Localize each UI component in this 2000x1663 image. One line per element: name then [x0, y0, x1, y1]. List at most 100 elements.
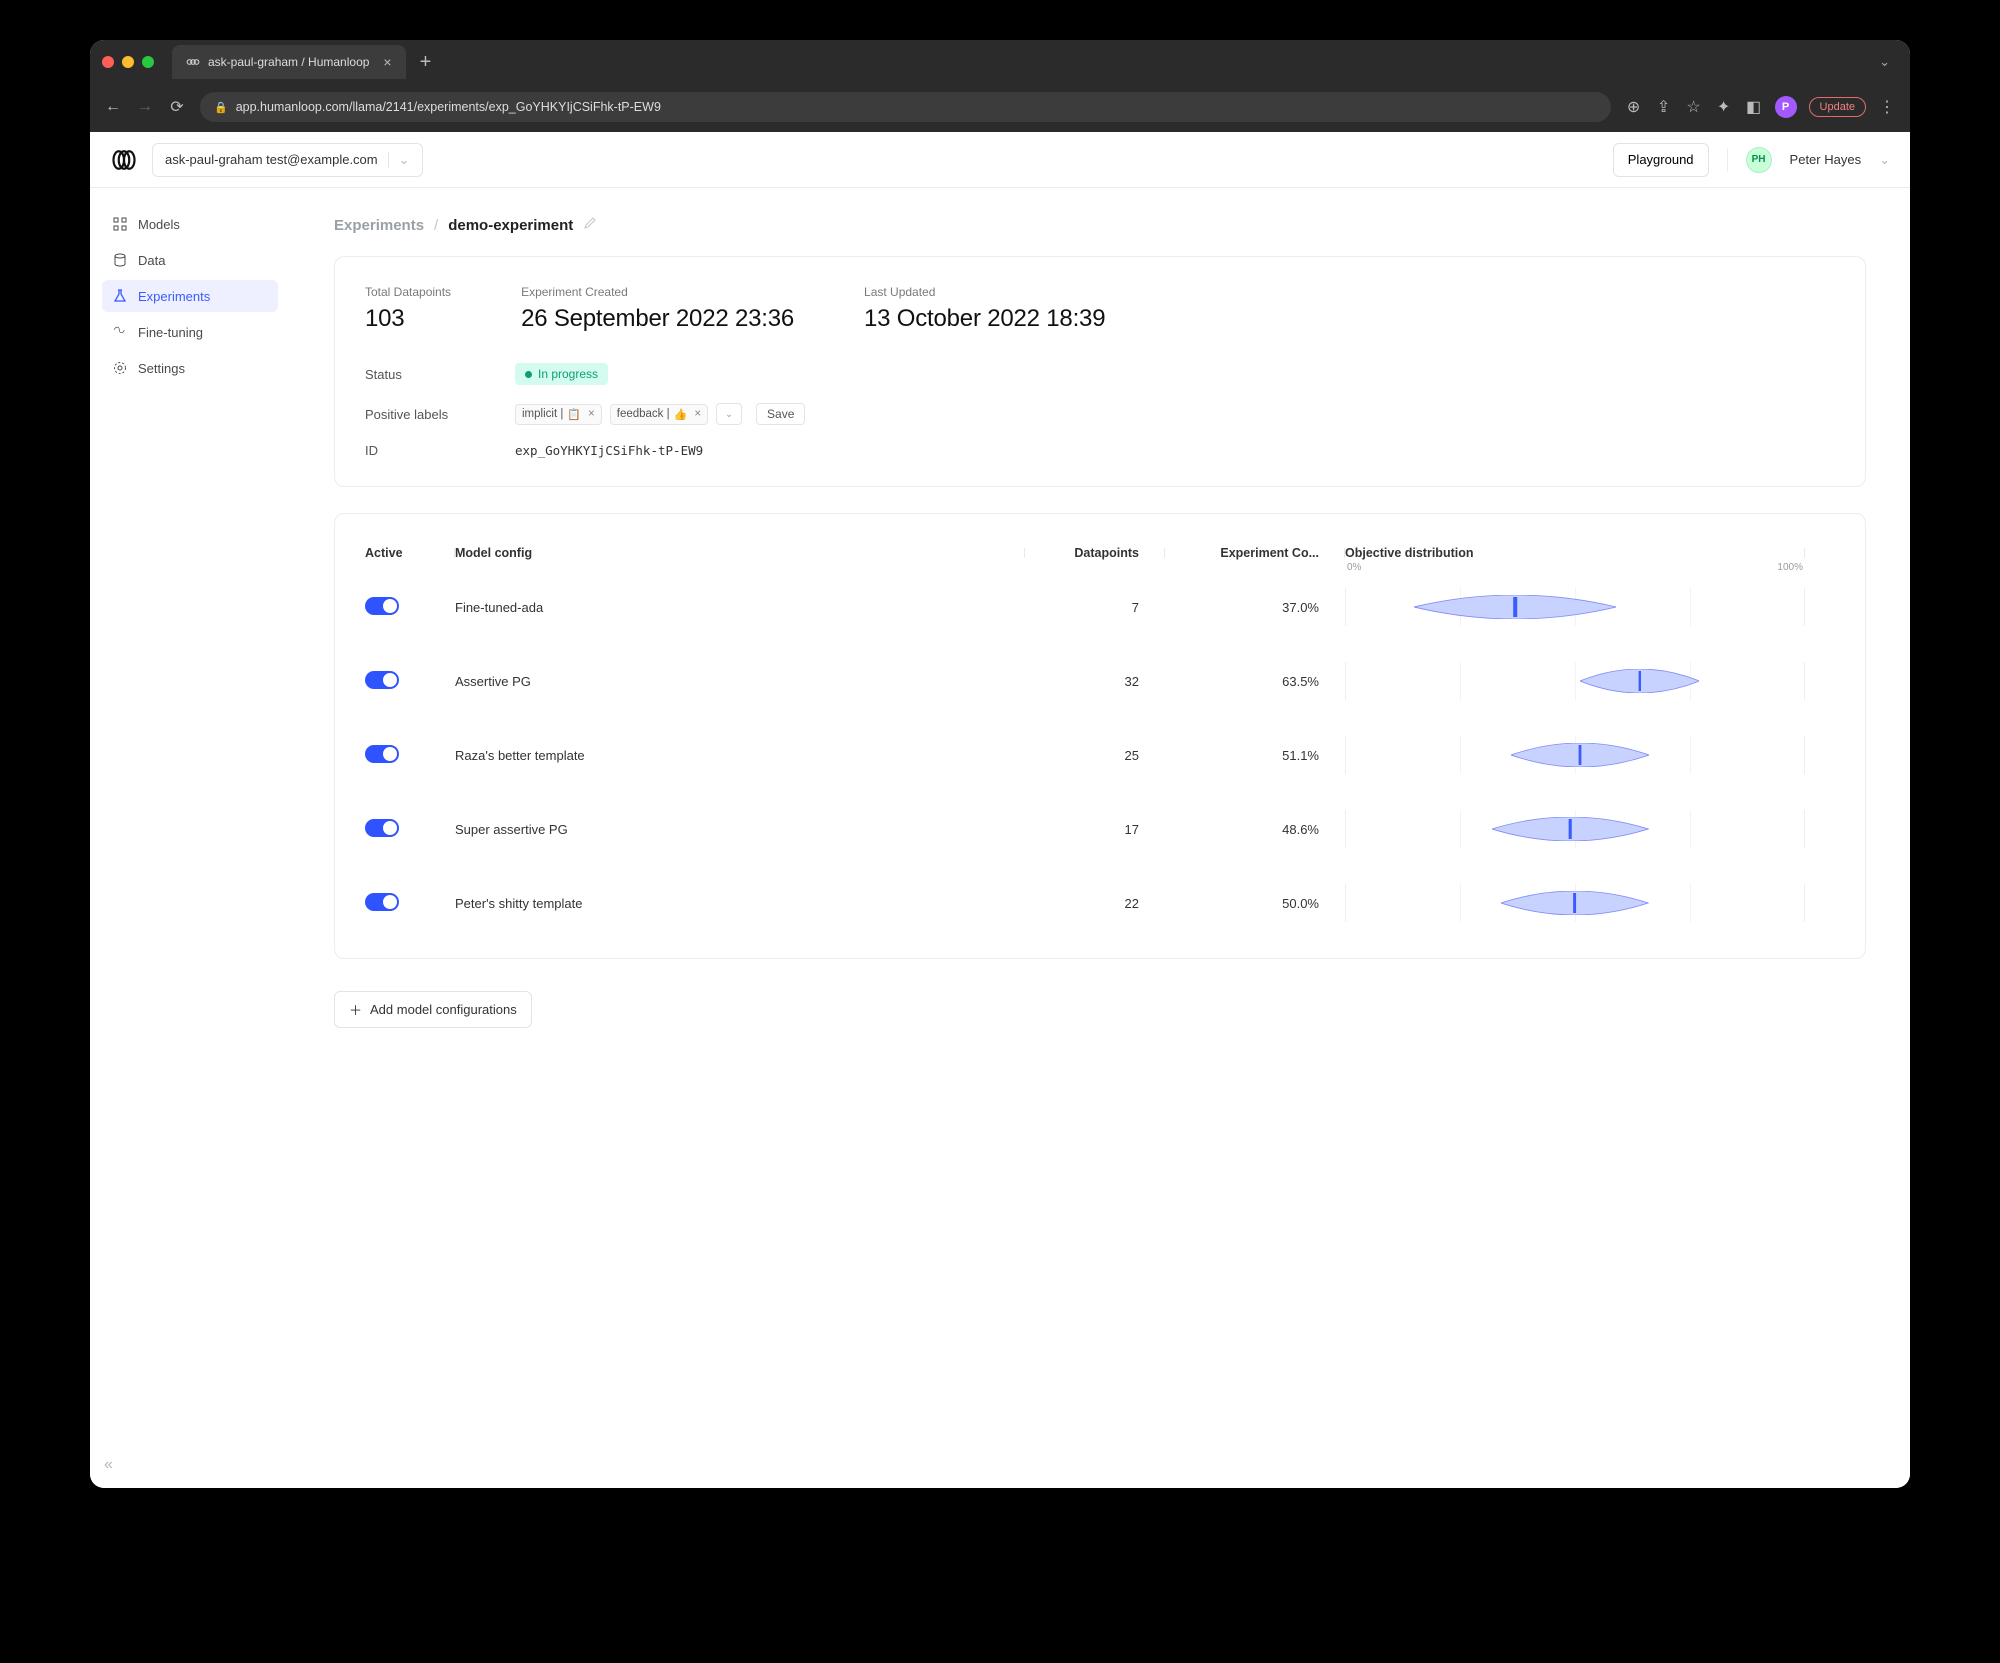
window-minimize-button[interactable]: [122, 56, 134, 68]
breadcrumb-root[interactable]: Experiments: [334, 217, 424, 234]
experiment-value: 37.0%: [1165, 600, 1345, 615]
axis-labels: 0% 100%: [1345, 562, 1805, 573]
bookmark-icon[interactable]: ☆: [1685, 97, 1703, 117]
add-button-label: Add model configurations: [370, 1002, 517, 1017]
chip-text: feedback |: [617, 408, 670, 420]
chip-feedback[interactable]: feedback | 👍 ×: [610, 404, 708, 425]
axis-max: 100%: [1777, 562, 1803, 573]
table-row: Fine-tuned-ada737.0%0%100%: [353, 570, 1847, 644]
browser-tabbar: ask-paul-graham / Humanloop × + ⌄: [90, 40, 1910, 84]
violin-plot: [1501, 891, 1648, 915]
chip-remove-icon[interactable]: ×: [691, 408, 701, 420]
active-toggle[interactable]: [365, 893, 399, 911]
table-body: Fine-tuned-ada737.0%0%100%Assertive PG32…: [353, 570, 1847, 940]
col-header-experiment: Experiment Co...: [1165, 546, 1345, 560]
experiment-value: 50.0%: [1165, 896, 1345, 911]
search-icon[interactable]: ⊕: [1625, 97, 1643, 117]
stat-total-datapoints: Total Datapoints 103: [365, 285, 451, 333]
user-name: Peter Hayes: [1790, 152, 1862, 167]
status-text: In progress: [538, 367, 598, 381]
axis-min: 0%: [1347, 562, 1361, 573]
stat-value: 103: [365, 305, 451, 333]
experiment-id-value: exp_GoYHKYIjCSiFhk-tP-EW9: [515, 443, 1835, 458]
violin-plot: [1414, 595, 1616, 619]
reload-button[interactable]: ⟳: [168, 97, 186, 117]
browser-profile-avatar[interactable]: P: [1775, 96, 1797, 118]
breadcrumb: Experiments / demo-experiment: [334, 216, 1866, 234]
playground-button[interactable]: Playground: [1613, 143, 1709, 177]
kebab-menu-icon[interactable]: ⋮: [1878, 97, 1896, 117]
tab-title: ask-paul-graham / Humanloop: [208, 55, 369, 69]
window-maximize-button[interactable]: [142, 56, 154, 68]
sidebar-item-label: Settings: [138, 361, 185, 376]
tab-close-icon[interactable]: ×: [377, 54, 391, 70]
breadcrumb-leaf: demo-experiment: [448, 217, 573, 234]
forward-button[interactable]: →: [136, 98, 154, 116]
sidebar-item-label: Experiments: [138, 289, 210, 304]
status-dot-icon: [525, 371, 532, 378]
sidebar-collapse-button[interactable]: «: [104, 1456, 113, 1474]
window-close-button[interactable]: [102, 56, 114, 68]
meta-status-label: Status: [365, 367, 515, 382]
datapoints-value: 25: [1025, 748, 1165, 763]
flask-icon: [112, 288, 128, 304]
sidebar-item-experiments[interactable]: Experiments: [102, 280, 278, 312]
active-toggle[interactable]: [365, 819, 399, 837]
chevron-down-icon[interactable]: ⌄: [1879, 152, 1890, 168]
active-toggle[interactable]: [365, 597, 399, 615]
status-badge: In progress: [515, 363, 608, 385]
table-row: Super assertive PG1748.6%: [353, 792, 1847, 866]
table-row: Peter's shitty template2250.0%: [353, 866, 1847, 940]
extensions-icon[interactable]: ✦: [1715, 97, 1733, 117]
datapoints-value: 17: [1025, 822, 1165, 837]
plus-icon: ＋: [349, 1000, 362, 1019]
divider: [1727, 148, 1728, 172]
breadcrumb-separator: /: [434, 217, 438, 234]
toolbar-right: ⊕ ⇪ ☆ ✦ ◧ P Update ⋮: [1625, 96, 1896, 118]
experiment-value: 51.1%: [1165, 748, 1345, 763]
chip-dropdown-button[interactable]: ⌄: [716, 403, 742, 425]
address-bar[interactable]: 🔒 app.humanloop.com/llama/2141/experimen…: [200, 92, 1611, 122]
objective-distribution: [1345, 736, 1805, 774]
lock-icon: 🔒: [214, 101, 228, 114]
back-button[interactable]: ←: [104, 98, 122, 116]
model-configs-card: Active Model config Datapoints Experimen…: [334, 513, 1866, 959]
sidepanel-icon[interactable]: ◧: [1745, 97, 1763, 117]
col-header-objective: Objective distribution: [1345, 546, 1805, 560]
sidebar-item-data[interactable]: Data: [102, 244, 278, 276]
browser-update-button[interactable]: Update: [1809, 97, 1866, 117]
active-toggle[interactable]: [365, 745, 399, 763]
stat-label: Experiment Created: [521, 285, 794, 299]
app-header: ask-paul-graham test@example.com ⌄ Playg…: [90, 132, 1910, 188]
sidebar-item-label: Fine-tuning: [138, 325, 203, 340]
datapoints-value: 7: [1025, 600, 1165, 615]
thumbs-up-icon: 👍: [674, 408, 688, 421]
model-config-name: Super assertive PG: [455, 822, 1025, 837]
tabs-overflow-icon[interactable]: ⌄: [1871, 54, 1898, 70]
url-text: app.humanloop.com/llama/2141/experiments…: [236, 100, 661, 114]
browser-tab[interactable]: ask-paul-graham / Humanloop ×: [172, 45, 406, 79]
chip-remove-icon[interactable]: ×: [585, 408, 595, 420]
chip-implicit[interactable]: implicit | 📋 ×: [515, 404, 602, 425]
objective-distribution: 0%100%: [1345, 588, 1805, 626]
col-header-active: Active: [365, 546, 455, 560]
active-toggle[interactable]: [365, 671, 399, 689]
objective-distribution: [1345, 810, 1805, 848]
sidebar-item-settings[interactable]: Settings: [102, 352, 278, 384]
new-tab-button[interactable]: +: [406, 51, 446, 74]
datapoints-value: 22: [1025, 896, 1165, 911]
sidebar-item-fine-tuning[interactable]: Fine-tuning: [102, 316, 278, 348]
save-button[interactable]: Save: [756, 403, 805, 425]
clipboard-icon: 📋: [567, 408, 581, 421]
share-icon[interactable]: ⇪: [1655, 97, 1673, 117]
pencil-icon[interactable]: [583, 216, 597, 234]
add-model-config-button[interactable]: ＋ Add model configurations: [334, 991, 532, 1028]
grid-icon: [112, 216, 128, 232]
sidebar-item-models[interactable]: Models: [102, 208, 278, 240]
positive-labels-chips: implicit | 📋 × feedback | 👍 × ⌄ Save: [515, 403, 1835, 425]
objective-distribution: [1345, 662, 1805, 700]
browser-chrome: ask-paul-graham / Humanloop × + ⌄ ← → ⟳ …: [90, 40, 1910, 132]
user-avatar[interactable]: PH: [1746, 147, 1772, 173]
browser-toolbar: ← → ⟳ 🔒 app.humanloop.com/llama/2141/exp…: [90, 84, 1910, 132]
project-selector[interactable]: ask-paul-graham test@example.com ⌄: [152, 143, 423, 177]
